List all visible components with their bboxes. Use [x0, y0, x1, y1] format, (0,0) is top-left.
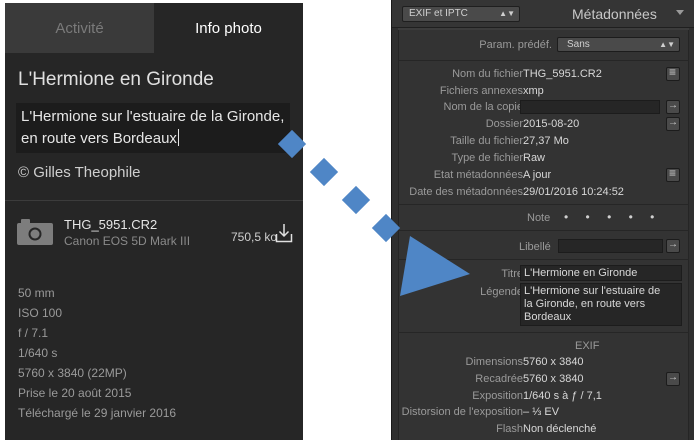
arrow-right-icon[interactable] — [666, 100, 680, 114]
tab-photo-info[interactable]: Info photo — [154, 3, 303, 53]
metadata-view-label: EXIF et IPTC — [409, 8, 468, 19]
sidecar-value: xmp — [523, 85, 544, 97]
list-icon[interactable] — [666, 65, 680, 81]
label-field[interactable] — [558, 239, 663, 253]
caption-line-2-text: en route vers Bordeaux — [21, 130, 177, 147]
divider — [398, 230, 689, 231]
arrow-right-icon[interactable] — [666, 239, 680, 253]
title-field[interactable]: L'Hermione en Gironde — [520, 265, 682, 281]
updown-icon: ▲▼ — [499, 9, 515, 18]
metadata-date-value: 29/01/2016 10:24:52 — [523, 186, 624, 198]
sidecar-label: Fichiers annexes — [439, 85, 523, 97]
spec-focal-length: 50 mm — [18, 286, 55, 300]
caption-input[interactable]: L'Hermione sur l'estuaire de la Gironde,… — [16, 103, 290, 153]
screenshot-root: Activité Info photo L'Hermione en Girond… — [0, 0, 694, 440]
caption-field[interactable]: L'Hermione sur l'estuaire de la Gironde,… — [520, 283, 682, 326]
preset-label: Param. prédéf. — [479, 39, 552, 51]
flash-value: Non déclenché — [523, 423, 597, 435]
spec-aperture: f / 7.1 — [18, 326, 49, 340]
camera-model: Canon EOS 5D Mark III — [64, 234, 191, 248]
list-icon[interactable] — [666, 166, 680, 182]
camera-icon — [17, 219, 53, 245]
preset-select[interactable]: Sans ▲▼ — [557, 37, 680, 52]
exif-heading: EXIF — [575, 340, 600, 352]
download-icon[interactable] — [275, 223, 293, 243]
filetype-value: Raw — [523, 152, 546, 164]
arrow-right-icon[interactable] — [666, 117, 680, 131]
metadata-view-select[interactable]: EXIF et IPTC ▲▼ — [402, 6, 520, 22]
arrow-right-icon[interactable] — [666, 372, 680, 386]
divider — [5, 200, 303, 201]
folder-value: 2015-08-20 — [523, 118, 580, 130]
spec-iso: ISO 100 — [18, 306, 63, 320]
copy-name-field[interactable] — [520, 100, 660, 114]
divider — [398, 259, 689, 260]
caption-label: Légende — [480, 286, 523, 298]
dimensions-label: Dimensions — [465, 356, 523, 368]
tab-activity[interactable]: Activité — [5, 3, 154, 53]
spec-upload-date: Téléchargé le 29 janvier 2016 — [18, 406, 177, 420]
rating-label: Note — [527, 212, 551, 224]
file-size: 750,5 ko — [231, 230, 278, 244]
filename-value[interactable]: THG_5951.CR2 — [523, 68, 602, 80]
metadata-status-value: A jour — [523, 169, 552, 181]
preset-value: Sans — [567, 39, 590, 50]
divider — [398, 332, 689, 333]
spec-shutter: 1/640 s — [18, 346, 58, 360]
text-cursor — [177, 129, 179, 146]
copy-name-label: Nom de la copie — [443, 101, 524, 113]
photo-title[interactable]: L'Hermione en Gironde — [18, 69, 214, 91]
metadata-date-label: Date des métadonnées — [409, 186, 523, 198]
cropped-label: Recadrée — [475, 373, 523, 385]
caption-field-line-3: Bordeaux — [524, 311, 572, 323]
spec-capture-date: Prise le 20 août 2015 — [18, 386, 132, 400]
updown-icon: ▲▼ — [659, 40, 675, 49]
caption-line-1: L'Hermione sur l'estuaire de la Gironde, — [21, 108, 285, 125]
label-label: Libellé — [519, 241, 551, 253]
tab-bar: Activité Info photo — [5, 3, 303, 53]
filesize-value: 27,37 Mo — [523, 135, 569, 147]
dimensions-value: 5760 x 3840 — [523, 356, 584, 368]
spec-dimensions: 5760 x 3840 (22MP) — [18, 366, 127, 380]
exposure-bias-value: – ⅓ EV — [523, 406, 560, 418]
exposure-bias-label: Distorsion de l'exposition — [401, 406, 523, 418]
file-name: THG_5951.CR2 — [64, 217, 158, 232]
rating-dots[interactable]: • • • • • — [564, 210, 661, 224]
caption-line-2: en route vers Bordeaux — [21, 128, 285, 150]
exposure-value: 1/640 s à ƒ / 7,1 — [523, 390, 602, 402]
caption-field-line-2: la Gironde, en route vers — [524, 298, 646, 310]
filesize-label: Taille du fichier — [450, 135, 523, 147]
flash-label: Flash — [496, 423, 523, 435]
panel-header: EXIF et IPTC ▲▼ Métadonnées — [392, 0, 694, 28]
folder-label: Dossier — [485, 118, 523, 130]
triangle-icon[interactable] — [676, 10, 684, 15]
panel-title: Métadonnées — [572, 6, 657, 22]
filename-label: Nom du fichier — [452, 68, 523, 80]
metadata-panel: EXIF et IPTC ▲▼ Métadonnées Param. prédé… — [391, 0, 694, 440]
copyright-text[interactable]: © Gilles Theophile — [18, 164, 141, 181]
info-panel-mobile: Activité Info photo L'Hermione en Girond… — [5, 3, 303, 440]
divider — [398, 60, 689, 61]
caption-field-line-1: L'Hermione sur l'estuaire de — [524, 285, 661, 297]
exposure-label: Exposition — [472, 390, 523, 402]
metadata-status-label: Etat métadonnées — [433, 169, 523, 181]
cropped-value: 5760 x 3840 — [523, 373, 584, 385]
filetype-label: Type de fichier — [451, 152, 523, 164]
divider — [398, 204, 689, 205]
panel-top-edge — [398, 28, 689, 30]
